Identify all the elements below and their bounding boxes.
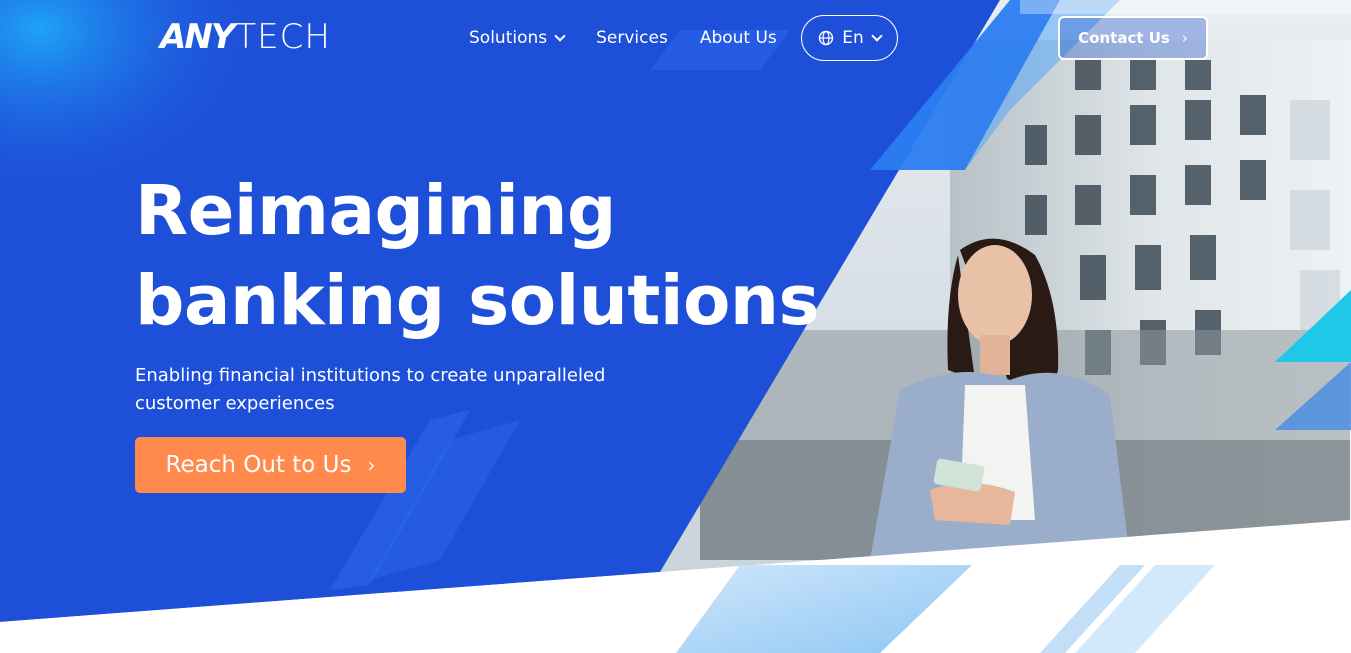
hero-subtext: Enabling financial institutions to creat… [135,365,606,414]
contact-us-label: Contact Us [1078,29,1170,47]
reach-out-button[interactable]: Reach Out to Us › [135,437,406,493]
logo-mark: AN [160,17,213,57]
contact-us-button[interactable]: Contact Us › [1058,16,1208,60]
chevron-right-icon: › [1181,29,1188,47]
globe-icon [819,30,834,46]
nav-item-label: Services [596,28,668,48]
nav-item-solutions[interactable]: Solutions [469,28,566,48]
logo[interactable]: AN Y TECH [160,17,331,57]
nav-item-services[interactable]: Services [596,28,668,48]
logo-y-mark: Y [210,17,236,57]
chevron-down-icon [871,29,883,42]
nav-item-label: About Us [699,28,777,48]
language-selector[interactable]: En [801,15,898,61]
chevron-down-icon [554,29,566,42]
main-nav: Solutions Services About Us [469,15,809,61]
chevron-right-icon: › [367,453,376,477]
logo-text: TECH [235,17,331,57]
headline-line-1: Reimagining [135,171,616,251]
headline-line-2: banking solutions [135,261,820,341]
nav-item-about-us[interactable]: About Us [700,28,777,48]
hero-section: AN Y TECH Solutions Services About Us En… [0,0,1351,653]
reach-out-label: Reach Out to Us [165,452,352,478]
language-label: En [842,28,864,48]
nav-item-label: Solutions [469,28,548,48]
hero-headline: Reimagining banking solutions [135,166,820,346]
